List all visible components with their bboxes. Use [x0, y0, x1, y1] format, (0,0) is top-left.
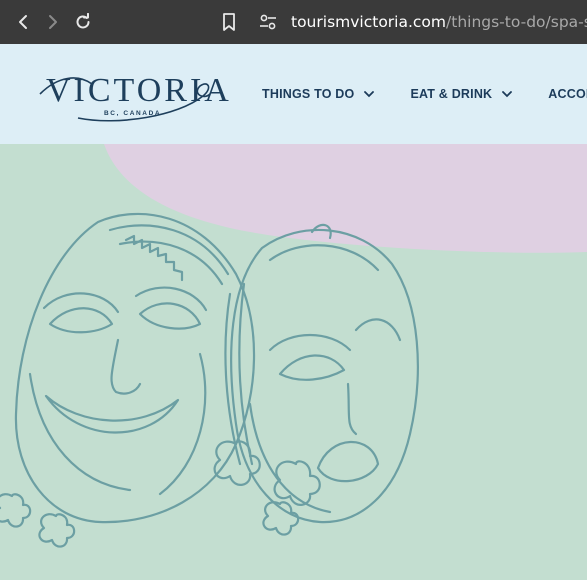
- back-icon: [19, 15, 27, 29]
- flower: [0, 493, 32, 528]
- nav-accommodation[interactable]: ACCOMM: [548, 87, 587, 101]
- bookmark-icon[interactable]: [219, 12, 239, 32]
- victoria-logo[interactable]: VICTORIA BC, CANADA: [38, 66, 229, 128]
- forward-button[interactable]: [38, 0, 68, 44]
- pink-shape: [104, 144, 587, 253]
- logo-subtitle: BC, CANADA: [104, 110, 162, 117]
- nav-things-to-do[interactable]: THINGS TO DO: [262, 87, 375, 101]
- logo-title: VICTORIA: [46, 72, 232, 109]
- nav-label: EAT & DRINK: [410, 87, 493, 101]
- forward-icon: [49, 15, 57, 29]
- reload-button[interactable]: [68, 0, 98, 44]
- flower: [38, 513, 76, 548]
- nav-eat-drink[interactable]: EAT & DRINK: [410, 87, 513, 101]
- hero-banner: [0, 144, 587, 580]
- main-nav: THINGS TO DO EAT & DRINK ACCOMM: [262, 44, 587, 144]
- browser-toolbar: tourismvictoria.com/things-to-do/spa-sho…: [0, 0, 587, 44]
- site-settings-icon[interactable]: [258, 13, 278, 31]
- reload-icon: [76, 13, 90, 29]
- nav-label: ACCOMM: [548, 87, 587, 101]
- url-domain: tourismvictoria.com: [291, 13, 447, 31]
- tragedy-mask: [230, 228, 419, 524]
- address-bar[interactable]: tourismvictoria.com/things-to-do/spa-sho…: [291, 12, 587, 32]
- chevron-down-icon: [502, 90, 513, 97]
- back-button[interactable]: [8, 0, 38, 44]
- nav-label: THINGS TO DO: [262, 87, 355, 101]
- theatre-masks-illustration: [0, 144, 587, 548]
- chevron-down-icon: [364, 90, 375, 97]
- url-path: /things-to-do/spa-shoppi: [446, 13, 587, 31]
